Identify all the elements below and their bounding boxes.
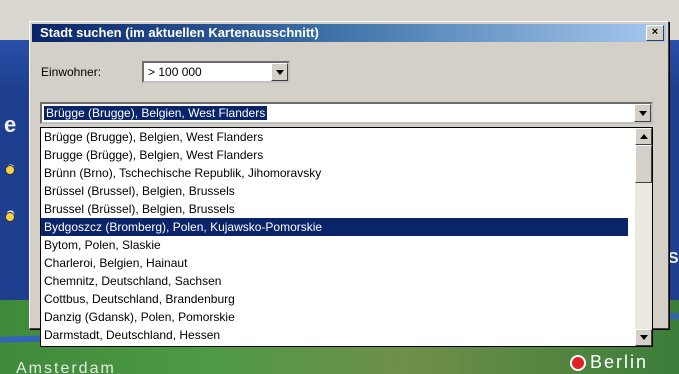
list-item[interactable]: Brügge (Brugge), Belgien, West Flanders [41, 128, 628, 146]
einwohner-label: Einwohner: [41, 65, 102, 79]
list-item[interactable]: Brugge (Brügge), Belgien, West Flanders [41, 146, 628, 164]
list-item[interactable]: Chemnitz, Deutschland, Sachsen [41, 272, 628, 290]
map-label-fragment: S [668, 250, 679, 267]
list-item[interactable]: Brünn (Brno), Tschechische Republik, Jih… [41, 164, 628, 182]
list-item[interactable]: Brüssel (Brussel), Belgien, Brussels [41, 182, 628, 200]
city-pin-icon [570, 354, 586, 371]
scroll-up-button[interactable] [635, 128, 652, 145]
map-label-fragment: e [4, 112, 17, 137]
scrollbar-thumb[interactable] [635, 145, 652, 183]
list-item[interactable]: Danzig (Gdansk), Polen, Pomorskie [41, 308, 628, 326]
dialog-title: Stadt suchen (im aktuellen Kartenausschn… [40, 25, 319, 40]
chevron-down-icon [275, 69, 284, 75]
city-search-dialog: Stadt suchen (im aktuellen Kartenausschn… [29, 21, 669, 347]
chevron-up-icon [639, 134, 648, 139]
chevron-down-icon [639, 335, 648, 340]
list-item[interactable]: Brussel (Brüssel), Belgien, Brussels [41, 200, 628, 218]
close-icon: × [651, 26, 659, 38]
map-city-berlin[interactable]: Berlin [570, 352, 648, 373]
city-dropdown-list[interactable]: Brügge (Brugge), Belgien, West Flanders … [40, 127, 653, 347]
map-city-label-berlin: Berlin [590, 352, 649, 372]
einwohner-value: > 100 000 [148, 65, 202, 79]
list-item[interactable]: Cottbus, Deutschland, Brandenburg [41, 290, 628, 308]
list-item[interactable]: Bydgoszcz (Bromberg), Polen, Kujawsko-Po… [41, 218, 628, 236]
city-dropdown-button[interactable] [634, 104, 651, 122]
close-button[interactable]: × [646, 25, 664, 41]
list-item[interactable]: Bytom, Polen, Slaskie [41, 236, 628, 254]
einwohner-select[interactable]: > 100 000 [142, 61, 290, 83]
city-marker-icon[interactable] [5, 165, 15, 175]
city-marker-icon[interactable] [5, 212, 15, 222]
chevron-down-icon [638, 110, 647, 116]
list-item[interactable]: Charleroi, Belgien, Hainaut [41, 254, 628, 272]
scroll-down-button[interactable] [635, 329, 652, 346]
einwohner-dropdown-button[interactable] [271, 63, 288, 81]
city-select[interactable]: Brügge (Brugge), Belgien, West Flanders [40, 102, 653, 124]
city-selected-value: Brügge (Brugge), Belgien, West Flanders [44, 106, 268, 120]
dialog-titlebar[interactable]: Stadt suchen (im aktuellen Kartenausschn… [32, 24, 666, 42]
map-city-label-amsterdam: Amsterdam [16, 360, 116, 374]
list-scrollbar[interactable] [635, 128, 652, 346]
list-item[interactable]: Darmstadt, Deutschland, Hessen [41, 326, 628, 344]
